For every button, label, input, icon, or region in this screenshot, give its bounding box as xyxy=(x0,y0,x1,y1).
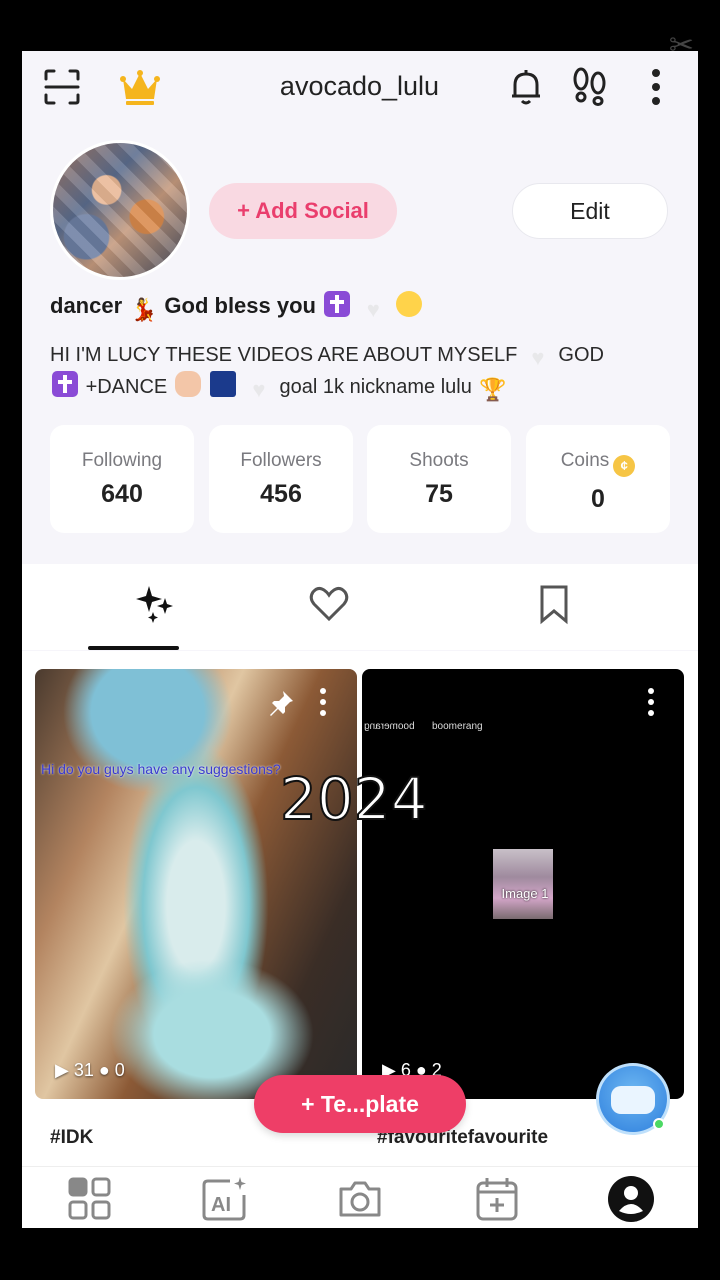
stat-followers[interactable]: Followers 456 xyxy=(209,425,353,533)
feet-emoji-icon xyxy=(174,371,201,397)
video-stats: ▶ 31 ● 0 xyxy=(55,1060,125,1080)
stat-value: 640 xyxy=(101,480,143,508)
video-card[interactable]: Hi do you guys have any suggestions? ▶ 3… xyxy=(35,669,357,1099)
comment-count: 0 xyxy=(114,1060,125,1080)
dancer-emoji-icon: 💃 xyxy=(130,297,158,322)
boomerang-label: boomerang xyxy=(432,721,483,732)
sparkles-icon xyxy=(136,586,173,623)
edit-profile-button[interactable]: Edit xyxy=(512,183,668,239)
video-title: #IDK xyxy=(50,1127,94,1148)
top-bar: avocado_lulu xyxy=(22,51,698,126)
profile-screen: avocado_lulu + Add Social Edit dancer 💃 … xyxy=(22,51,698,1228)
stat-label: Followers xyxy=(240,450,322,471)
bio-text: goal 1k nickname lulu xyxy=(279,376,472,398)
bio-text: dancer xyxy=(50,293,123,318)
play-count: 31 xyxy=(73,1060,94,1080)
bio-text: God bless you xyxy=(164,293,316,318)
active-tab-indicator xyxy=(88,646,179,650)
grid-home-icon[interactable] xyxy=(65,1175,115,1223)
cross-emoji-icon xyxy=(324,291,351,317)
tab-creations[interactable] xyxy=(80,564,230,650)
add-social-button[interactable]: + Add Social xyxy=(209,183,397,239)
bio-text: GOD xyxy=(558,344,604,366)
stat-value: 75 xyxy=(425,480,453,508)
tab-saved[interactable] xyxy=(532,564,682,650)
trophy-emoji-icon: 🏆 xyxy=(479,377,507,402)
video-more-icon[interactable] xyxy=(646,687,656,717)
footprints-icon[interactable] xyxy=(571,66,609,106)
coin-icon: ¢ xyxy=(613,455,636,477)
username-title: avocado_lulu xyxy=(279,71,440,101)
cross-emoji-icon xyxy=(52,371,78,397)
video-caption: Hi do you guys have any suggestions? xyxy=(41,761,281,777)
boomerang-label: boomerang xyxy=(364,721,415,732)
stat-value: 0 xyxy=(591,485,605,513)
profile-icon[interactable] xyxy=(606,1175,656,1223)
scan-icon[interactable] xyxy=(42,67,82,107)
bottom-navigation: AI xyxy=(22,1166,698,1228)
bio-description: HI I'M LUCY THESE VIDEOS ARE ABOUT MYSEL… xyxy=(50,341,650,403)
video-more-icon[interactable] xyxy=(318,687,328,717)
video-card[interactable]: boomerang boomerang Image 1 ▶ 6 ● 2 xyxy=(362,669,684,1099)
bookmark-icon xyxy=(540,585,568,625)
more-icon[interactable] xyxy=(644,67,668,107)
bio-text: +DANCE xyxy=(85,376,168,398)
stat-coins[interactable]: Coins ¢ 0 xyxy=(526,425,670,533)
content-tabs xyxy=(22,564,698,650)
assistant-bot-button[interactable] xyxy=(596,1063,670,1135)
camera-icon[interactable] xyxy=(335,1175,385,1223)
calendar-add-icon[interactable] xyxy=(472,1175,522,1223)
template-button[interactable]: + Te...plate xyxy=(254,1075,466,1133)
white-heart-emoji-icon: ♥ xyxy=(531,345,545,370)
thumbnail-image xyxy=(493,849,553,919)
ai-icon[interactable]: AI xyxy=(200,1175,250,1223)
zany-face-emoji-icon xyxy=(396,291,423,317)
white-heart-emoji-icon: ♥ xyxy=(366,297,380,322)
crown-icon[interactable] xyxy=(118,65,162,109)
bio-text: HI I'M LUCY THESE VIDEOS ARE ABOUT MYSEL… xyxy=(50,344,518,366)
year-overlay-text: 2024 xyxy=(279,764,429,834)
svg-text:AI: AI xyxy=(211,1194,231,1216)
avatar[interactable] xyxy=(50,140,190,280)
australia-flag-emoji-icon xyxy=(210,371,237,397)
pin-icon xyxy=(270,691,293,716)
white-heart-emoji-icon: ♥ xyxy=(252,377,266,402)
heart-icon xyxy=(309,586,349,622)
stat-following[interactable]: Following 640 xyxy=(50,425,194,533)
bell-icon[interactable] xyxy=(508,68,544,106)
stat-label: Following xyxy=(81,450,163,471)
online-status-dot xyxy=(653,1118,665,1130)
bot-face-icon xyxy=(611,1086,655,1114)
stat-label: Shoots xyxy=(409,450,469,471)
stat-label: Coins xyxy=(560,450,610,471)
image-label: Image 1 xyxy=(501,886,549,901)
bio-headline: dancer 💃 God bless you ♥ xyxy=(50,291,680,323)
tab-liked[interactable] xyxy=(307,564,457,650)
stat-value: 456 xyxy=(260,480,302,508)
stat-label-row: Coins ¢ xyxy=(526,450,670,477)
stat-shoots[interactable]: Shoots 75 xyxy=(367,425,511,533)
